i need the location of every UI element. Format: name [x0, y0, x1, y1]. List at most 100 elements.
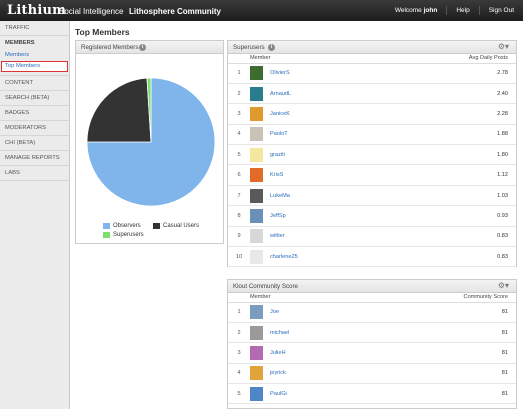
sidebar-item-content[interactable]: CONTENT [0, 76, 69, 91]
community-name: Lithosphere Community [129, 7, 222, 16]
member-avatar-cell [250, 322, 270, 344]
avatar[interactable] [250, 127, 263, 142]
sidebar-subitem-members[interactable]: Members [0, 50, 69, 61]
member-avatar-cell [250, 363, 270, 385]
table-row: 3 JulieH 81 [228, 342, 516, 364]
panel-title: Klout Community Score [233, 283, 298, 290]
row-rank: 1 [228, 302, 250, 323]
table-row: 4 PaoloT 1.88 [228, 124, 516, 146]
member-name-link[interactable]: PaulGi [270, 383, 337, 405]
sidebar: TRAFFIC MEMBERS Members Top Members CONT… [0, 21, 70, 409]
sign-out-link[interactable]: Sign Out [478, 6, 523, 15]
superusers-panel: Superusers i ⚙▾ Member Avg Daily Posts 1… [227, 40, 517, 268]
row-rank: 5 [228, 144, 250, 166]
legend-swatch-casual-users [153, 223, 160, 229]
avatar[interactable] [250, 249, 263, 264]
table-row: 2 ArnaudL 2.40 [228, 83, 516, 105]
member-avatar-cell [250, 144, 270, 166]
member-name-link[interactable]: JeffSp [270, 205, 362, 227]
member-name-link[interactable]: OlivierS [270, 63, 362, 84]
help-link[interactable]: Help [446, 6, 478, 15]
member-avatar-cell [250, 83, 270, 105]
page-title: Top Members [75, 27, 130, 37]
member-name-link[interactable]: jeyrick [270, 363, 337, 385]
member-avatar-cell [250, 205, 270, 227]
table-row: 3 JaniceK 2.28 [228, 103, 516, 125]
avatar[interactable] [250, 106, 263, 121]
sidebar-item-members[interactable]: MEMBERS [0, 36, 69, 50]
member-name-link[interactable]: JaniceK [270, 103, 362, 125]
sidebar-item-moderators[interactable]: MODERATORS [0, 121, 69, 136]
pie-slice-casual-users[interactable] [86, 77, 152, 143]
avatar[interactable] [250, 147, 263, 162]
column-header-community-score: Community Score [336, 293, 516, 303]
sidebar-item-chi[interactable]: CHI (BETA) [0, 136, 69, 151]
member-avatar-cell [250, 226, 270, 248]
row-rank: 8 [228, 205, 250, 227]
row-rank: 9 [228, 226, 250, 248]
row-rank: 3 [228, 103, 250, 125]
klout-table-body: 1 Joe 81 2 michael 81 3 JulieH 81 4 jeyrick 81 5 Paul… [228, 302, 516, 405]
info-icon[interactable]: i [139, 44, 146, 51]
member-name-link[interactable]: LukeMa [270, 185, 362, 207]
app-title: Social Intelligence [59, 7, 124, 16]
row-value: 0.83 [361, 246, 516, 268]
avatar[interactable] [250, 86, 263, 101]
row-value: 1.80 [361, 144, 516, 166]
member-name-link[interactable]: graziti [270, 144, 362, 166]
sidebar-item-manage-reports[interactable]: MANAGE REPORTS [0, 151, 69, 166]
member-name-link[interactable]: JulieH [270, 342, 337, 364]
member-avatar-cell [250, 63, 270, 84]
gear-icon[interactable]: ⚙▾ [498, 281, 509, 290]
panel-header: Registered Members i [76, 41, 223, 54]
legend-item-observers: Observers [103, 223, 141, 229]
member-avatar-cell [250, 124, 270, 146]
sidebar-subitem-top-members[interactable]: Top Members [1, 61, 68, 72]
member-name-link[interactable]: ArnaudL [270, 83, 362, 105]
avatar[interactable] [250, 188, 263, 203]
table-row: 8 JeffSp 0.93 [228, 205, 516, 227]
info-icon[interactable]: i [268, 44, 275, 51]
column-header-rank [228, 293, 250, 303]
avatar[interactable] [250, 208, 263, 223]
avatar[interactable] [250, 386, 263, 401]
klout-score-panel: Klout Community Score ⚙▾ Member Communit… [227, 279, 517, 409]
member-name-link[interactable]: KrisS [270, 164, 362, 186]
legend-swatch-observers [103, 223, 110, 229]
sidebar-item-search[interactable]: SEARCH (BETA) [0, 91, 69, 106]
member-name-link[interactable]: PaoloT [270, 124, 362, 146]
table-row: 4 jeyrick 81 [228, 363, 516, 385]
row-rank: 10 [228, 246, 250, 268]
registered-members-panel: Registered Members i Observers Casual Us… [75, 40, 224, 244]
avatar[interactable] [250, 366, 263, 381]
row-rank: 5 [228, 383, 250, 405]
column-header-rank [228, 54, 250, 64]
row-value: 2.78 [361, 63, 516, 84]
pie-chart [86, 77, 216, 207]
legend-item-superusers: Superusers [103, 232, 144, 238]
legend-swatch-superusers [103, 232, 110, 238]
member-name-link[interactable]: wittier [270, 226, 362, 248]
row-rank: 2 [228, 83, 250, 105]
sidebar-item-badges[interactable]: BADGES [0, 106, 69, 121]
klout-table: Member Community Score 1 Joe 81 2 michael 81 3… [228, 293, 516, 405]
sidebar-item-labs[interactable]: LABS [0, 166, 69, 181]
avatar[interactable] [250, 229, 263, 244]
row-value: 81 [336, 363, 516, 385]
avatar[interactable] [250, 325, 263, 340]
table-row: 9 wittier 0.83 [228, 226, 516, 248]
avatar[interactable] [250, 66, 263, 81]
member-avatar-cell [250, 302, 270, 323]
member-name-link[interactable]: Joe [270, 302, 337, 323]
gear-icon[interactable]: ⚙▾ [498, 42, 509, 51]
member-name-link[interactable]: michael [270, 322, 337, 344]
avatar[interactable] [250, 345, 263, 360]
avatar[interactable] [250, 305, 263, 320]
sidebar-item-traffic[interactable]: TRAFFIC [0, 21, 69, 36]
member-avatar-cell [250, 383, 270, 405]
panel-header: Superusers i ⚙▾ [228, 41, 516, 54]
avatar[interactable] [250, 168, 263, 183]
table-row: 5 PaulGi 81 [228, 383, 516, 405]
row-rank: 6 [228, 164, 250, 186]
member-name-link[interactable]: charlene25 [270, 246, 362, 268]
